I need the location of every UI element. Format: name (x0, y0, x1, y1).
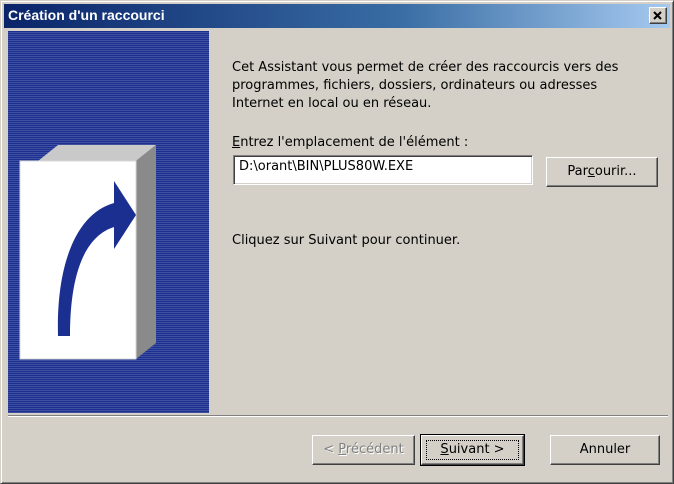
previous-button[interactable]: < Précédent (312, 435, 415, 465)
continue-instruction: Cliquez sur Suivant pour continuer. (232, 233, 461, 248)
title-bar[interactable]: Création d'un raccourci (4, 4, 670, 28)
browse-label-post: ourir... (594, 164, 637, 179)
shortcut-arrow-icon (19, 145, 156, 360)
browse-label-pre: Par (567, 164, 588, 179)
location-input[interactable]: D:\orant\BIN\PLUS80W.EXE (233, 155, 533, 185)
location-label-text: ntrez l'emplacement de l'élément : (240, 135, 469, 150)
footer-separator (8, 415, 668, 417)
cancel-button[interactable]: Annuler (550, 435, 660, 465)
previous-label-mnemonic: P (338, 442, 346, 457)
browse-label-mnemonic: c (587, 164, 595, 179)
location-label: Entrez l'emplacement de l'élément : (232, 135, 468, 150)
close-icon (653, 11, 662, 20)
wizard-banner (8, 31, 209, 413)
focus-rectangle (426, 440, 519, 460)
shortcut-wizard-window: Création d'un raccourci Cet Assistant vo… (0, 0, 674, 484)
wizard-intro-text: Cet Assistant vous permet de créer des r… (232, 60, 619, 111)
previous-label-post: récédent (345, 442, 404, 457)
next-button[interactable]: Suivant > (420, 434, 525, 466)
location-label-mnemonic: E (232, 135, 241, 150)
window-title: Création d'un raccourci (8, 7, 165, 23)
close-button[interactable] (649, 7, 667, 24)
previous-label-pre: < (323, 442, 339, 457)
browse-button[interactable]: Parcourir... (546, 157, 658, 187)
